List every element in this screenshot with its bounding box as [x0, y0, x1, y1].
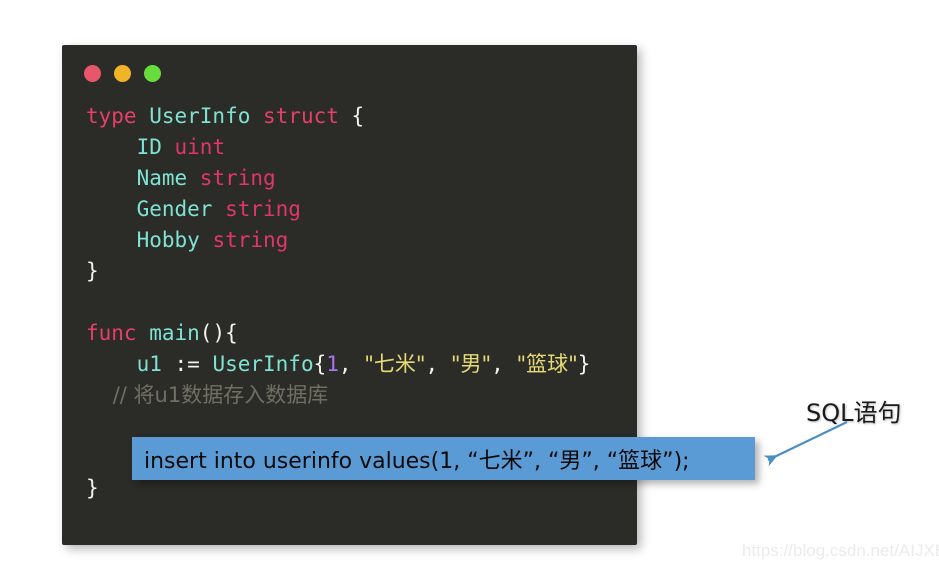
line-type-userinfo: type UserInfo struct {	[62, 101, 637, 132]
code-token-identifier: Hobby	[86, 228, 213, 252]
code-token-keyword: type	[86, 104, 150, 128]
sql-statement-callout: insert into userinfo values(1, “七米”, “男”…	[132, 437, 755, 480]
sql-statement-text: insert into userinfo values(1, “七米”, “男”…	[144, 448, 690, 474]
code-token-identifier: UserInfo	[149, 104, 264, 128]
code-token-string: "男"	[450, 352, 492, 376]
code-window-titlebar	[62, 45, 637, 101]
code-token-comment: // 将u1数据存入数据库	[86, 383, 329, 407]
code-token-punctuation: ,	[338, 352, 365, 376]
code-token-identifier: u1	[86, 352, 175, 376]
watermark: https://blog.csdn.net/AIJXB	[742, 541, 939, 560]
code-token-number: 1	[326, 352, 339, 376]
code-token-identifier: Gender	[86, 197, 226, 221]
code-token-punctuation: ,	[491, 352, 517, 376]
line-u1-assign: u1 := UserInfo{1, "七米", "男", "篮球"}	[62, 349, 637, 380]
code-token-identifier: ID	[86, 135, 175, 159]
code-token-punctuation: }	[86, 476, 99, 500]
code-token-punctuation: }	[577, 352, 591, 376]
traffic-light-maximize-icon[interactable]	[144, 64, 161, 82]
traffic-light-minimize-icon[interactable]	[114, 64, 131, 82]
traffic-light-close-icon[interactable]	[84, 64, 101, 82]
line-func-main: func main(){	[62, 318, 637, 349]
line-blank-1	[62, 287, 637, 318]
code-token-keyword: struct	[263, 104, 352, 128]
line-field-hobby: Hobby string	[62, 225, 637, 256]
code-token-string: "篮球"	[516, 352, 578, 376]
code-token-type: uint	[174, 135, 226, 159]
code-token-keyword: func	[86, 321, 150, 345]
annotation-label-sql: SQL语句	[806, 399, 902, 427]
code-token-punctuation: {	[351, 104, 365, 128]
line-comment: // 将u1数据存入数据库	[62, 380, 637, 411]
code-token-punctuation: }	[86, 259, 99, 283]
code-token-string: "七米"	[364, 352, 426, 376]
line-field-gender: Gender string	[62, 194, 637, 225]
code-token-punctuation: (){	[199, 321, 238, 345]
line-field-id: ID uint	[62, 132, 637, 163]
code-token-identifier: UserInfo	[212, 352, 314, 376]
code-token-type: string	[199, 166, 276, 190]
line-struct-close: }	[62, 256, 637, 287]
line-field-name: Name string	[62, 163, 637, 194]
code-token-type: string	[212, 228, 289, 252]
code-token-punctuation: :=	[174, 352, 213, 376]
code-token-identifier: Name	[86, 166, 200, 190]
code-token-type: string	[225, 197, 301, 221]
code-token-punctuation: {	[313, 352, 327, 376]
code-token-punctuation: ,	[425, 352, 451, 376]
code-token-identifier: main	[149, 321, 200, 345]
